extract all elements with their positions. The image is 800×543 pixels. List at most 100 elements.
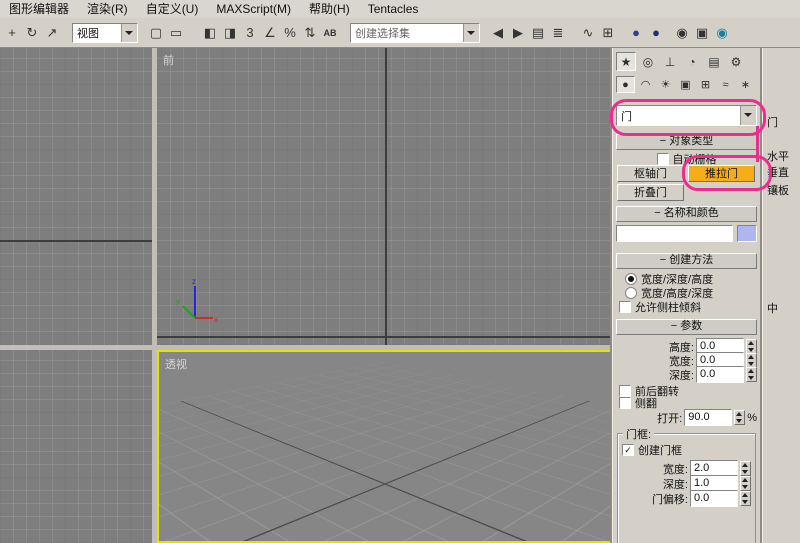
menu-item-tentacles[interactable]: Tentacles	[359, 0, 428, 18]
frame-width-spinner[interactable]	[740, 461, 751, 476]
rollout-creation-method[interactable]: − 创建方法	[616, 253, 757, 269]
command-panel-tabs: ★ ◎ ⊥ ◔ ▤ ⚙	[616, 52, 757, 71]
tab-modify-icon[interactable]: ◎	[638, 52, 658, 71]
viewport-perspective-active[interactable]: 透视	[157, 350, 612, 543]
select-and-scale-icon[interactable]: ↗	[42, 22, 62, 44]
tab-utilities-icon[interactable]: ⚙	[726, 52, 746, 71]
layers-icon[interactable]: ≣	[548, 22, 568, 44]
select-and-move-icon[interactable]: +	[2, 22, 22, 44]
align-icon[interactable]: ◨	[220, 22, 240, 44]
depth-row: 深度: 0.0	[616, 366, 757, 383]
menu-bar: 图形编辑器 渲染(R) 自定义(U) MAXScript(M) 帮助(H) Te…	[0, 0, 800, 19]
check-icon: ✓	[624, 446, 632, 455]
menu-item-help[interactable]: 帮助(H)	[300, 0, 359, 18]
allow-jambs-checkbox[interactable]	[619, 301, 631, 313]
tab-create-icon[interactable]: ★	[616, 52, 636, 71]
chevron-down-icon[interactable]	[740, 106, 756, 125]
category-systems-icon[interactable]: ∗	[736, 76, 755, 93]
selection-region-icon[interactable]: ▭	[166, 22, 186, 44]
material-editor-icon[interactable]: ●	[626, 22, 646, 44]
angle-snap-icon[interactable]: ∠	[260, 22, 280, 44]
depth-input[interactable]: 0.0	[696, 366, 744, 383]
viewport-layout-dropdown[interactable]: 视图	[72, 23, 138, 43]
category-helpers-icon[interactable]: ⊞	[696, 76, 715, 93]
viewport-config-icon[interactable]: ▢	[146, 22, 166, 44]
command-panel: ★ ◎ ⊥ ◔ ▤ ⚙ ● ◠ ☀ ▣ ⊞ ≈ ∗ 门 − 对象类型 自动栅格	[613, 48, 760, 543]
category-spacewarps-icon[interactable]: ≈	[716, 76, 735, 93]
percent-snap-icon[interactable]: %	[280, 22, 300, 44]
clipped-label-horizontal: 水平	[767, 148, 789, 164]
open-row: 打开: 90.0 %	[616, 409, 757, 426]
create-frame-checkbox[interactable]: ✓	[622, 444, 634, 456]
rollout-title: 名称和颜色	[664, 207, 719, 219]
render-production-icon[interactable]: ◉	[712, 22, 732, 44]
geometry-category-value: 门	[617, 108, 740, 124]
object-color-swatch[interactable]	[737, 225, 757, 242]
tab-motion-icon[interactable]: ◔	[682, 52, 702, 71]
curve-editor-icon[interactable]: ∿	[578, 22, 598, 44]
create-frame-row: ✓ 创建门框	[622, 442, 682, 458]
category-geometry-icon[interactable]: ●	[616, 76, 635, 93]
sliding-door-button[interactable]: 推拉门	[688, 165, 755, 182]
chevron-down-icon[interactable]	[463, 24, 479, 42]
rollout-object-type[interactable]: − 对象类型	[616, 134, 757, 150]
depth-label: 深度:	[669, 367, 694, 383]
menu-item-maxscript[interactable]: MAXScript(M)	[207, 0, 300, 18]
geometry-category-dropdown[interactable]: 门	[616, 105, 757, 126]
object-name-input[interactable]	[616, 225, 733, 242]
next-selection-icon[interactable]: ▶	[508, 22, 528, 44]
named-selection-set-combo[interactable]: 创建选择集	[350, 23, 480, 43]
flip-hinge-checkbox[interactable]	[619, 397, 631, 409]
autogrid-checkbox[interactable]	[657, 153, 669, 165]
allow-jambs-label: 允许侧柱倾斜	[635, 299, 701, 315]
axis-x-label: x	[214, 315, 218, 324]
rendered-frame-window-icon[interactable]: ▣	[692, 22, 712, 44]
spinner-snap-icon[interactable]: ⇅	[300, 22, 320, 44]
select-and-rotate-icon[interactable]: ↻	[22, 22, 42, 44]
menu-item-rendering[interactable]: 渲染(R)	[78, 0, 137, 18]
viewport-bottom-left[interactable]	[0, 350, 152, 543]
menu-item-customize[interactable]: 自定义(U)	[137, 0, 208, 18]
category-lights-icon[interactable]: ☀	[656, 76, 675, 93]
folding-door-button[interactable]: 折叠门	[617, 184, 684, 201]
perspective-ground-grid	[157, 350, 612, 484]
category-shapes-icon[interactable]: ◠	[636, 76, 655, 93]
open-label: 打开:	[657, 410, 682, 426]
edit-named-selection-icon[interactable]: ▤	[528, 22, 548, 44]
viewport-label[interactable]: 透视	[165, 356, 187, 372]
rollout-name-color[interactable]: − 名称和颜色	[616, 206, 757, 222]
tab-hierarchy-icon[interactable]: ⊥	[660, 52, 680, 71]
radio-width-depth-height[interactable]	[625, 273, 637, 285]
collapse-icon: −	[671, 320, 677, 332]
tab-display-icon[interactable]: ▤	[704, 52, 724, 71]
clipped-label-door: 门	[767, 114, 778, 130]
snap-toggle-3d-icon[interactable]: 3	[240, 22, 260, 44]
mirror-icon[interactable]: ◧	[200, 22, 220, 44]
radio-width-height-depth[interactable]	[625, 287, 637, 299]
viewport-label[interactable]: 前	[163, 52, 174, 68]
viewport-top-left[interactable]	[0, 48, 152, 345]
collapse-icon: −	[654, 207, 660, 219]
open-input[interactable]: 90.0	[684, 409, 732, 426]
named-selection-set-value: 创建选择集	[351, 25, 463, 41]
category-cameras-icon[interactable]: ▣	[676, 76, 695, 93]
menu-item-graph-editors[interactable]: 图形编辑器	[0, 0, 78, 18]
prev-selection-icon[interactable]: ◀	[488, 22, 508, 44]
world-axis-tripod: z x y	[175, 276, 219, 326]
door-offset-input[interactable]: 0.0	[690, 490, 738, 507]
slate-material-editor-icon[interactable]: ●	[646, 22, 666, 44]
open-spinner[interactable]	[734, 410, 745, 425]
viewport-front[interactable]: 前 z x y	[157, 48, 612, 345]
3dsmax-window: 图形编辑器 渲染(R) 自定义(U) MAXScript(M) 帮助(H) Te…	[0, 0, 800, 543]
render-setup-icon[interactable]: ◉	[672, 22, 692, 44]
pivot-door-button[interactable]: 枢轴门	[617, 165, 684, 182]
keyboard-override-icon[interactable]: AB	[320, 22, 340, 44]
frame-depth-spinner[interactable]	[740, 476, 751, 491]
chevron-down-icon[interactable]	[121, 24, 137, 42]
door-offset-spinner[interactable]	[740, 491, 751, 506]
rollout-parameters[interactable]: − 参数	[616, 319, 757, 335]
right-panel-clipped: 门 水平 垂直 镶板 中	[763, 48, 800, 543]
allow-jambs-row: 允许侧柱倾斜	[619, 299, 757, 315]
schematic-view-icon[interactable]: ⊞	[598, 22, 618, 44]
depth-spinner[interactable]	[746, 367, 757, 382]
